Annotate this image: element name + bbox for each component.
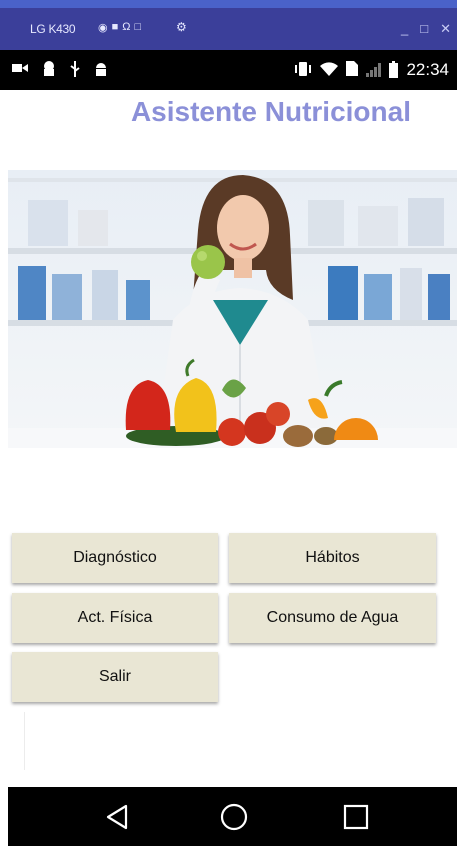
- status-bar: 22:34: [0, 50, 457, 90]
- vibrate-icon: [294, 61, 312, 79]
- wifi-icon: [320, 61, 339, 79]
- minimize-button[interactable]: _: [401, 21, 408, 37]
- actividad-fisica-button[interactable]: Act. Física: [12, 593, 218, 643]
- system-status-icons: 22:34: [294, 60, 449, 80]
- no-sim-icon: [346, 61, 359, 79]
- headset-icon[interactable]: Ω: [122, 21, 130, 34]
- navigation-bar: [8, 787, 457, 846]
- notification-icons: [12, 61, 108, 80]
- divider: [24, 712, 25, 770]
- salir-button[interactable]: Salir: [12, 652, 218, 702]
- recents-icon[interactable]: [338, 799, 374, 835]
- video-camera-icon: [12, 61, 28, 80]
- android-debug-icon: [42, 61, 56, 80]
- window-toolbar-icons: ◉ ■ Ω □: [98, 21, 141, 34]
- consumo-agua-button[interactable]: Consumo de Agua: [229, 593, 436, 643]
- clock: 22:34: [406, 60, 449, 79]
- usb-icon: [70, 61, 80, 80]
- window-controls: _ □ ✕: [401, 21, 451, 37]
- android-icon: [94, 61, 108, 80]
- settings-gear-icon[interactable]: ⚙: [176, 20, 187, 34]
- home-icon[interactable]: [216, 799, 252, 835]
- fullscreen-icon[interactable]: □: [135, 21, 142, 34]
- app-title: Asistente Nutricional: [130, 96, 411, 127]
- record-icon[interactable]: ■: [112, 21, 119, 34]
- signal-icon: [366, 63, 382, 77]
- maximize-button[interactable]: □: [420, 21, 428, 37]
- emulator-title-bar: LG K430 ◉ ■ Ω □ ⚙ _ □ ✕: [0, 8, 457, 50]
- nutritionist-with-vegetables-image: [8, 170, 457, 448]
- back-icon[interactable]: [100, 799, 136, 835]
- window-title: LG K430: [30, 22, 76, 36]
- habitos-button[interactable]: Hábitos: [229, 533, 436, 583]
- window-top-accent: [0, 0, 457, 8]
- close-button[interactable]: ✕: [440, 21, 451, 37]
- battery-icon: [389, 60, 399, 78]
- diagnostico-button[interactable]: Diagnóstico: [12, 533, 218, 583]
- camera-icon[interactable]: ◉: [98, 21, 108, 34]
